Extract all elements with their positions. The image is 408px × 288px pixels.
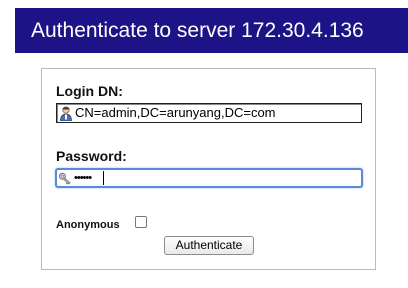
login-dn-value: CN=admin,DC=arunyang,DC=com — [75, 105, 276, 120]
login-form: Login DN: CN=admin,DC=arunyang,DC=com Pa… — [41, 68, 376, 270]
page-title: Authenticate to server 172.30.4.136 — [31, 19, 364, 42]
anonymous-checkbox[interactable] — [135, 216, 147, 228]
password-value: •••••• — [74, 172, 92, 184]
key-icon — [58, 172, 71, 185]
login-dn-label: Login DN: — [56, 83, 123, 99]
authenticate-button[interactable]: Authenticate — [164, 236, 254, 255]
user-icon — [60, 106, 72, 121]
password-field[interactable]: •••••• — [55, 168, 363, 188]
password-label: Password: — [56, 148, 127, 164]
text-caret — [103, 171, 104, 185]
page-header: Authenticate to server 172.30.4.136 — [15, 8, 408, 53]
anonymous-label: Anonymous — [56, 219, 120, 231]
login-dn-field[interactable]: CN=admin,DC=arunyang,DC=com — [56, 103, 362, 123]
